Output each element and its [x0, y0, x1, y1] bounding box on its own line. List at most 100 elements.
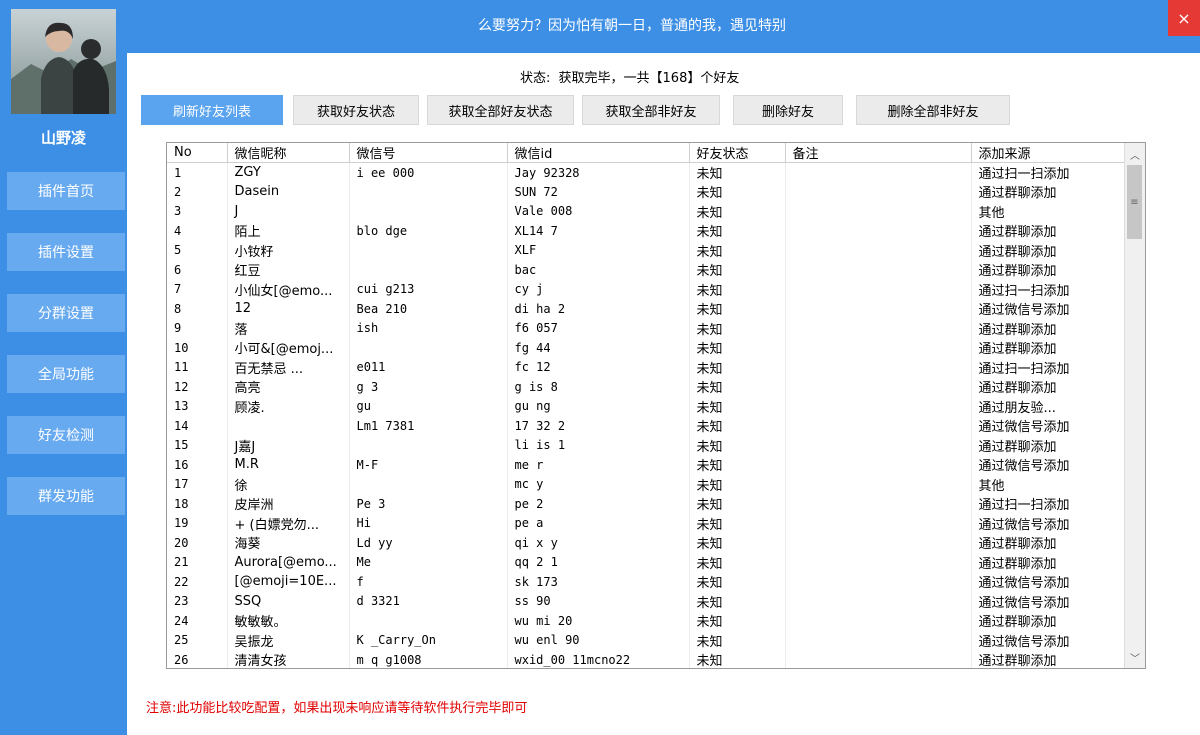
column-header-friend-status[interactable]: 好友状态 — [689, 143, 786, 163]
cell-source: 通过群聊添加 — [971, 552, 1126, 572]
cell-nickname: 红豆 — [227, 260, 350, 280]
table-row[interactable]: 12 高亮 g 3g is 8 未知 通过群聊添加 — [167, 377, 1126, 397]
cell-wechat-no: K _Carry_On — [349, 630, 508, 650]
cell-wechat-no — [349, 182, 508, 202]
cell-nickname: 小钕籽 — [227, 240, 350, 260]
column-header-nickname[interactable]: 微信昵称 — [227, 143, 350, 163]
column-header-source[interactable]: 添加来源 — [971, 143, 1126, 163]
cell-nickname: 高亮 — [227, 377, 350, 397]
cell-friend-status: 未知 — [689, 201, 786, 221]
cell-wechat-id: g is 8 — [507, 377, 690, 397]
scroll-thumb[interactable]: ≡ — [1127, 165, 1142, 239]
table-row[interactable]: 13 顾凌. gu gu ng 未知 通过朋友验... — [167, 396, 1126, 416]
column-header-wechat-id[interactable]: 微信id — [507, 143, 690, 163]
table-row[interactable]: 14 Lm1 7381 17 32 2 未知 通过微信号添加 — [167, 416, 1126, 436]
cell-friend-status: 未知 — [689, 630, 786, 650]
table-row[interactable]: 23 SSQ d 3321 ss 90 未知 通过微信号添加 — [167, 591, 1126, 611]
avatar[interactable] — [11, 9, 116, 114]
cell-wechat-no: cui g213 — [349, 279, 508, 299]
table-row[interactable]: 2 Dasein SUN 72 未知 通过群聊添加 — [167, 182, 1126, 202]
get-all-friend-status-button[interactable]: 获取全部好友状态 — [427, 95, 574, 125]
cell-nickname: Aurora[@emo... — [227, 552, 350, 572]
table-row[interactable]: 21 Aurora[@emo... Me qq 2 1 未知 通过群聊添加 — [167, 552, 1126, 572]
friend-table[interactable]: No 微信昵称 微信号 微信id 好友状态 备注 添加来源 1 ZGY i ee 0… — [166, 142, 1146, 669]
cell-no: 2 — [167, 182, 228, 202]
cell-wechat-id: qi x y — [507, 533, 690, 553]
cell-no: 24 — [167, 611, 228, 631]
cell-source: 通过微信号添加 — [971, 572, 1126, 592]
cell-friend-status: 未知 — [689, 182, 786, 202]
cell-remark — [785, 182, 972, 202]
cell-wechat-id: fc 12 — [507, 357, 690, 377]
nav-item-mass-send[interactable]: 群发功能 — [7, 477, 125, 515]
cell-friend-status: 未知 — [689, 240, 786, 260]
table-row[interactable]: 3 J Vale 008 未知 其他 — [167, 201, 1126, 221]
refresh-friend-list-button[interactable]: 刷新好友列表 — [141, 95, 283, 125]
table-row[interactable]: 25 吴振龙 K _Carry_On wu enl 90 未知 通过微信号添加 — [167, 630, 1126, 650]
delete-friend-button[interactable]: 删除好友 — [733, 95, 843, 125]
table-row[interactable]: 22 [@emoji=10E... f sk 173 未知 通过微信号添加 — [167, 572, 1126, 592]
friend-table-grid: No 微信昵称 微信号 微信id 好友状态 备注 添加来源 1 ZGY i ee 0… — [167, 143, 1126, 668]
vertical-scrollbar[interactable]: ︿ ≡ ﹀ — [1124, 143, 1145, 668]
table-row[interactable]: 20 海葵 Ld yy qi x y 未知 通过群聊添加 — [167, 533, 1126, 553]
table-row[interactable]: 4 陌上 blo dge XL14 7 未知 通过群聊添加 — [167, 221, 1126, 241]
table-row[interactable]: 1 ZGY i ee 000 Jay 92328 未知 通过扫一扫添加 — [167, 162, 1126, 182]
cell-friend-status: 未知 — [689, 396, 786, 416]
nav-item-global-functions[interactable]: 全局功能 — [7, 355, 125, 393]
cell-wechat-no: i ee 000 — [349, 162, 508, 182]
cell-no: 8 — [167, 299, 228, 319]
nav-item-friend-check[interactable]: 好友检测 — [7, 416, 125, 454]
cell-source: 通过扫一扫添加 — [971, 279, 1126, 299]
cell-no: 20 — [167, 533, 228, 553]
cell-friend-status: 未知 — [689, 533, 786, 553]
table-row[interactable]: 6 红豆 bac 未知 通过群聊添加 — [167, 260, 1126, 280]
cell-friend-status: 未知 — [689, 435, 786, 455]
column-header-wechat-no[interactable]: 微信号 — [349, 143, 508, 163]
cell-wechat-id: XLF — [507, 240, 690, 260]
cell-no: 5 — [167, 240, 228, 260]
cell-wechat-id: f6 057 — [507, 318, 690, 338]
cell-wechat-no: Bea 210 — [349, 299, 508, 319]
cell-remark — [785, 572, 972, 592]
nav-item-group-settings[interactable]: 分群设置 — [7, 294, 125, 332]
table-row[interactable]: 5 小钕籽 XLF 未知 通过群聊添加 — [167, 240, 1126, 260]
table-row[interactable]: 16 M.R M-F me r 未知 通过微信号添加 — [167, 455, 1126, 475]
nav-item-plugin-settings[interactable]: 插件设置 — [7, 233, 125, 271]
cell-nickname: 吴振龙 — [227, 630, 350, 650]
delete-all-non-friends-button[interactable]: 删除全部非好友 — [856, 95, 1010, 125]
get-friend-status-button[interactable]: 获取好友状态 — [293, 95, 419, 125]
table-row[interactable]: 11 百无禁忌 ... e011 fc 12 未知 通过扫一扫添加 — [167, 357, 1126, 377]
cell-friend-status: 未知 — [689, 650, 786, 668]
cell-friend-status: 未知 — [689, 338, 786, 358]
table-row[interactable]: 9 落 ish f6 057 未知 通过群聊添加 — [167, 318, 1126, 338]
table-row[interactable]: 18 皮岸洲 Pe 3 pe 2 未知 通过扫一扫添加 — [167, 494, 1126, 514]
get-all-non-friends-button[interactable]: 获取全部非好友 — [582, 95, 720, 125]
column-header-no[interactable]: No — [167, 143, 228, 163]
table-row[interactable]: 15 J嘉J li is 1 未知 通过群聊添加 — [167, 435, 1126, 455]
cell-nickname: 顾凌. — [227, 396, 350, 416]
nav-item-plugin-home[interactable]: 插件首页 — [7, 172, 125, 210]
column-header-remark[interactable]: 备注 — [785, 143, 972, 163]
cell-remark — [785, 552, 972, 572]
cell-remark — [785, 533, 972, 553]
cell-no: 13 — [167, 396, 228, 416]
table-row[interactable]: 26 清清女孩 m q g1008 wxid_00 11mcno22 未知 通过群聊添加 — [167, 650, 1126, 668]
table-row[interactable]: 19 + (白嫖党勿... Hi pe a 未知 通过微信号添加 — [167, 513, 1126, 533]
cell-wechat-no — [349, 338, 508, 358]
table-row[interactable]: 7 小仙女[@emo... cui g213 cy j 未知 通过扫一扫添加 — [167, 279, 1126, 299]
table-row[interactable]: 8 12 Bea 210 di ha 2 未知 通过微信号添加 — [167, 299, 1126, 319]
cell-source: 通过扫一扫添加 — [971, 357, 1126, 377]
scroll-down-icon[interactable]: ﹀ — [1125, 648, 1145, 666]
table-row[interactable]: 17 徐 mc y 未知 其他 — [167, 474, 1126, 494]
cell-wechat-no — [349, 611, 508, 631]
cell-wechat-id: wu enl 90 — [507, 630, 690, 650]
close-button[interactable]: × — [1168, 0, 1200, 36]
table-row[interactable]: 10 小可&[@emoj... fg 44 未知 通过群聊添加 — [167, 338, 1126, 358]
cell-source: 通过群聊添加 — [971, 338, 1126, 358]
table-row[interactable]: 24 敏敏敏。 wu mi 20 未知 通过群聊添加 — [167, 611, 1126, 631]
cell-no: 18 — [167, 494, 228, 514]
cell-remark — [785, 396, 972, 416]
cell-wechat-id: qq 2 1 — [507, 552, 690, 572]
cell-source: 通过群聊添加 — [971, 377, 1126, 397]
scroll-up-icon[interactable]: ︿ — [1125, 145, 1145, 163]
